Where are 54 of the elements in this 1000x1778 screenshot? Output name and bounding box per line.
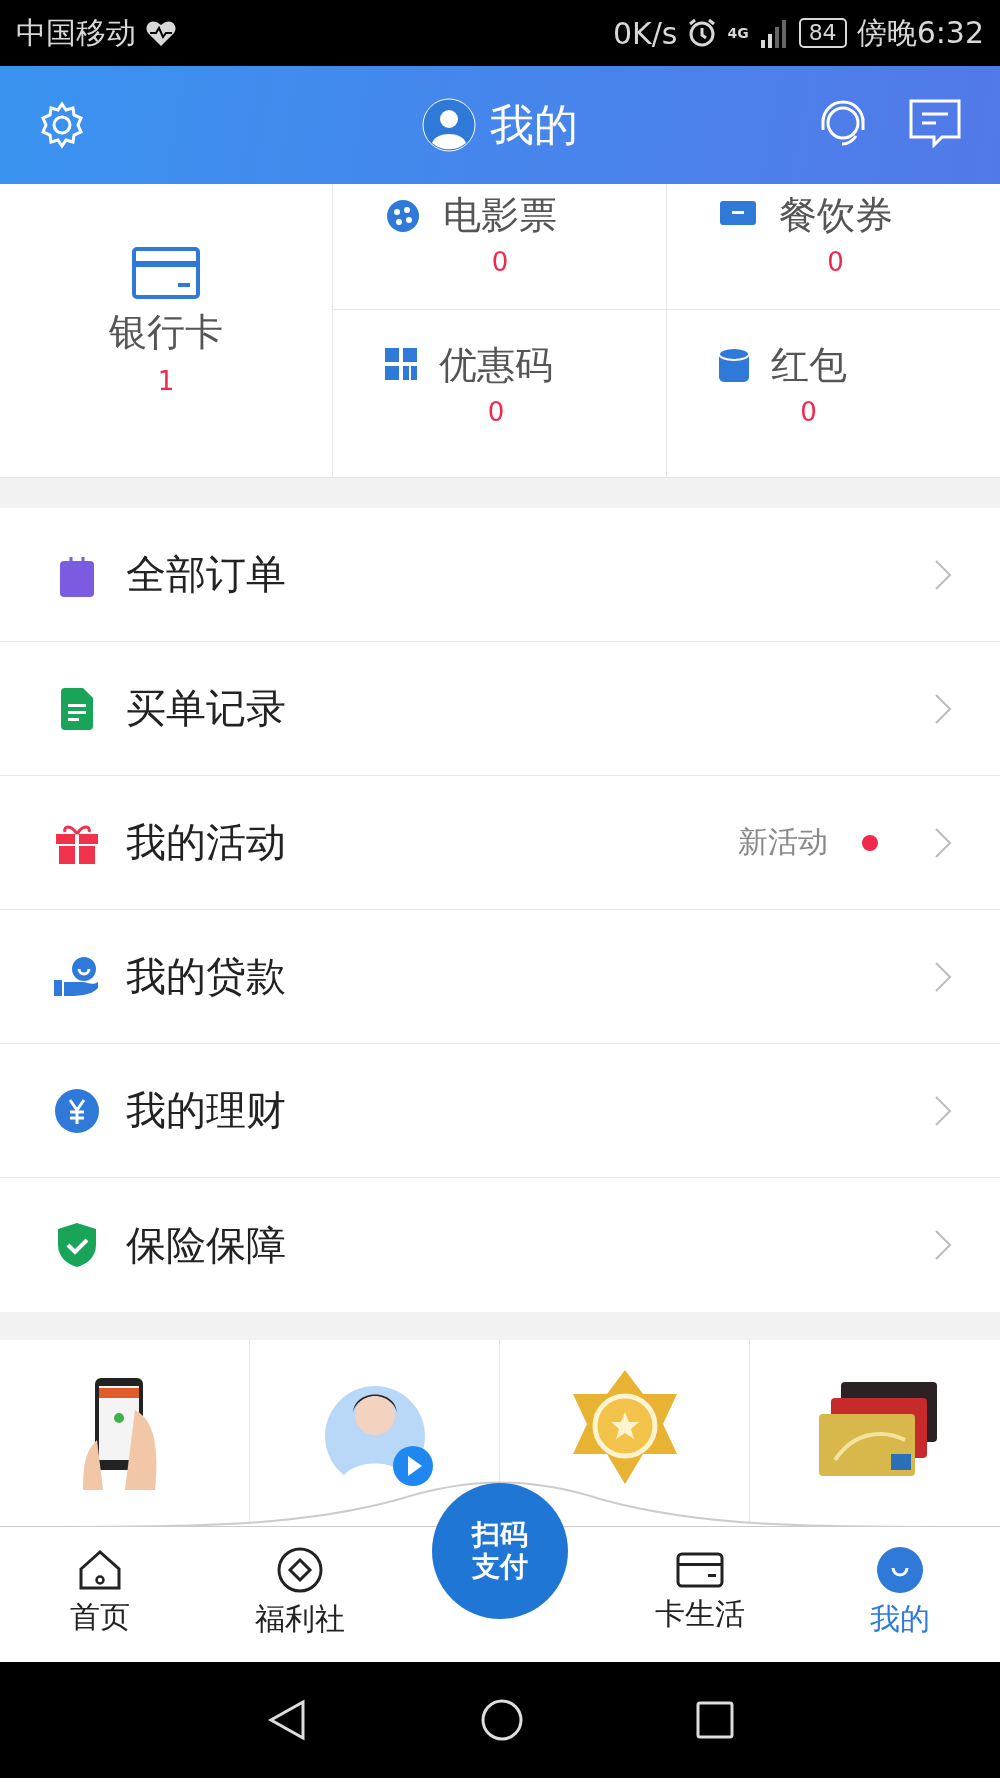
asset-count: 0	[827, 247, 844, 277]
yen-coin-icon	[55, 1088, 99, 1133]
scan-pay-button[interactable]: 扫码 支付	[432, 1483, 568, 1619]
tab[interactable]: 福利社	[200, 1525, 400, 1662]
settings-icon[interactable]	[38, 101, 86, 149]
grid-icon	[385, 348, 417, 380]
home-circle-icon[interactable]	[480, 1698, 524, 1742]
menu-item[interactable]: 我的理财	[126, 1083, 908, 1138]
asset-label: 优惠码	[439, 342, 553, 389]
chevron-right-icon	[934, 558, 952, 591]
carrier-name: 中国移动	[16, 13, 136, 52]
network-type: 4G	[727, 25, 749, 41]
asset-label: 红包	[770, 342, 847, 389]
chevron-right-icon	[934, 1094, 952, 1127]
smile-circle-icon	[877, 1547, 923, 1593]
ticket-icon	[718, 198, 757, 228]
tab[interactable]: 首页	[0, 1525, 200, 1662]
avatar-icon	[422, 98, 476, 152]
diamond-circle-icon	[277, 1547, 323, 1593]
network-speed: 0K/s	[612, 15, 678, 51]
bank-card-icon	[132, 246, 200, 299]
badge-text: 新活动	[738, 823, 828, 861]
card-icon	[676, 1552, 724, 1588]
asset-count: 0	[487, 397, 505, 427]
chevron-right-icon	[934, 692, 952, 725]
clock-time: 傍晚6:32	[856, 13, 984, 52]
home-icon	[77, 1549, 123, 1591]
tab[interactable]: 卡生活	[600, 1525, 800, 1662]
menu-item[interactable]: 买单记录	[126, 681, 908, 736]
recent-apps-icon[interactable]	[694, 1700, 735, 1740]
menu-item[interactable]: 保险保障	[126, 1217, 908, 1273]
menu-item[interactable]: 全部订单	[126, 547, 908, 602]
chevron-right-icon	[934, 826, 952, 859]
hand-coin-icon	[54, 955, 100, 998]
battery-level: 84	[798, 18, 847, 48]
asset-count: 1	[157, 365, 175, 396]
chevron-right-icon	[934, 1229, 952, 1261]
asset-label: 银行卡	[109, 308, 223, 356]
document-icon	[61, 687, 93, 730]
page-title: 我的	[490, 97, 578, 152]
chevron-right-icon	[934, 960, 952, 993]
asset-count: 0	[800, 397, 817, 427]
shield-check-icon	[58, 1223, 96, 1267]
tab[interactable]: 我的	[800, 1525, 1000, 1662]
asset-count: 0	[491, 247, 509, 277]
film-reel-icon	[385, 198, 421, 234]
message-icon[interactable]	[908, 98, 962, 148]
heart-pulse-icon	[146, 19, 176, 47]
asset-label: 电影票	[443, 192, 557, 239]
asset-label: 餐饮券	[778, 192, 893, 239]
alarm-clock-icon	[687, 18, 718, 48]
menu-item[interactable]: 我的贷款	[126, 949, 908, 1004]
menu-item[interactable]: 我的活动	[126, 815, 712, 870]
signal-icon	[758, 18, 789, 48]
